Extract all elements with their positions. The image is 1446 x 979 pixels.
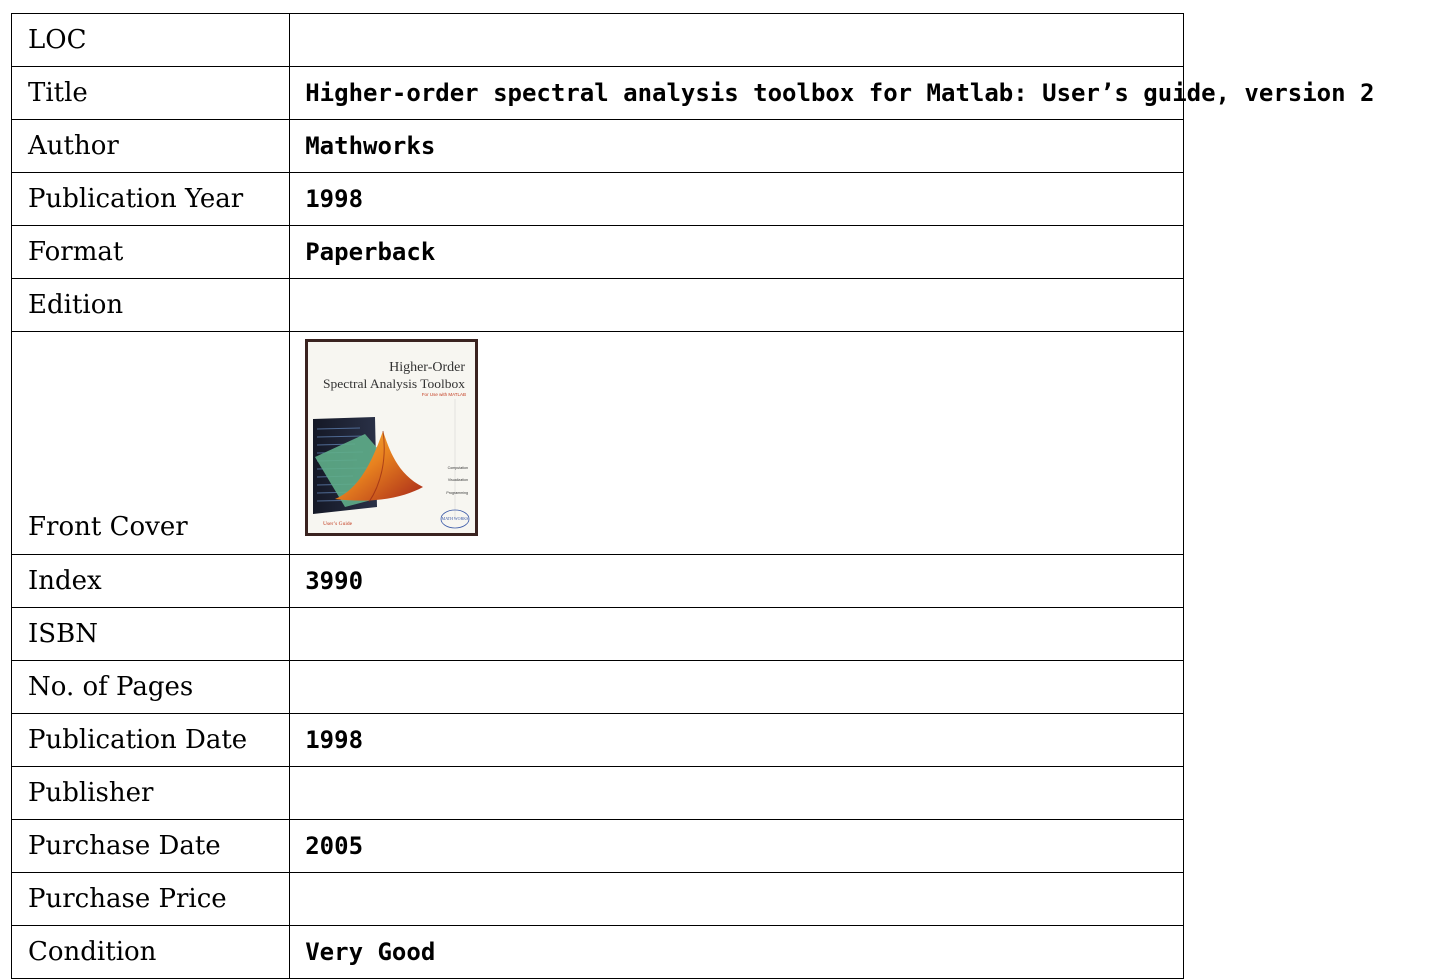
label-cell: Publisher — [10, 766, 291, 820]
cover-side-label-programming: Programming — [447, 491, 469, 495]
field-label-format: Format — [28, 237, 124, 267]
field-label-title: Title — [28, 78, 88, 108]
value-cell: 3990 — [289, 554, 1184, 608]
row-isbn: ISBN — [10, 607, 1184, 661]
row-publication-year: Publication Year 1998 — [10, 172, 1184, 226]
field-label-publisher: Publisher — [28, 778, 154, 808]
row-edition: Edition — [10, 278, 1184, 332]
row-condition: Condition Very Good — [10, 925, 1184, 979]
field-label-edition: Edition — [28, 290, 124, 320]
field-value-publisher — [290, 779, 305, 807]
book-cover-illustration: Higher-Order Spectral Analysis Toolbox F… — [305, 339, 479, 536]
row-no-of-pages: No. of Pages — [10, 660, 1184, 714]
field-label-publication-year: Publication Year — [28, 184, 244, 214]
label-cell: Purchase Date — [10, 819, 291, 873]
label-cell: Title — [10, 66, 291, 120]
cover-subtitle: For Use with MATLAB — [422, 392, 466, 397]
value-cell — [289, 278, 1184, 332]
row-author: Author Mathworks — [10, 119, 1184, 173]
label-cell: Publication Year — [10, 172, 291, 226]
cover-footer-text: User’s Guide — [323, 521, 353, 527]
value-cell — [289, 872, 1184, 926]
value-cell: Very Good — [289, 925, 1184, 979]
field-value-index: 3990 — [305, 567, 364, 595]
field-value-publication-year: 1998 — [305, 185, 364, 213]
label-cell: No. of Pages — [10, 660, 291, 714]
field-label-condition: Condition — [28, 937, 157, 967]
value-cell — [289, 766, 1184, 820]
book-record-table: LOC Title Higher-order spectral analysis… — [10, 13, 1374, 979]
field-label-index: Index — [28, 566, 102, 596]
field-label-publication-date: Publication Date — [28, 725, 248, 755]
label-cell: Front Cover — [10, 331, 291, 555]
value-cell: Mathworks — [289, 119, 1184, 173]
field-value-no-of-pages — [290, 673, 305, 701]
cover-side-label-computation: Computation — [448, 466, 468, 470]
row-publication-date: Publication Date 1998 — [10, 713, 1184, 767]
field-value-format: Paperback — [305, 238, 436, 266]
field-label-purchase-price: Purchase Price — [28, 884, 227, 914]
field-value-loc — [290, 26, 305, 54]
field-value-purchase-price — [290, 885, 305, 913]
row-loc: LOC — [10, 13, 1184, 67]
row-publisher: Publisher — [10, 766, 1184, 820]
field-value-condition: Very Good — [305, 938, 436, 966]
label-cell: Author — [10, 119, 291, 173]
field-label-author: Author — [28, 131, 119, 161]
label-cell: Purchase Price — [10, 872, 291, 926]
row-title: Title Higher-order spectral analysis too… — [10, 66, 1374, 120]
label-cell: LOC — [10, 13, 291, 67]
value-cell: 1998 — [289, 172, 1184, 226]
row-index: Index 3990 — [10, 554, 1184, 608]
field-value-publication-date: 1998 — [305, 726, 364, 754]
label-cell: Edition — [10, 278, 291, 332]
field-label-no-of-pages: No. of Pages — [28, 672, 194, 702]
field-value-author: Mathworks — [305, 132, 436, 160]
value-cell — [289, 660, 1184, 714]
value-cell: 2005 — [289, 819, 1184, 873]
row-format: Format Paperback — [10, 225, 1184, 279]
value-cell: Higher-order spectral analysis toolbox f… — [289, 66, 1374, 120]
value-cell — [289, 607, 1184, 661]
field-value-title: Higher-order spectral analysis toolbox f… — [305, 79, 1375, 107]
field-label-front-cover: Front Cover — [28, 512, 188, 542]
row-front-cover: Front Cover Higher-Order Spectral Analys… — [10, 331, 1184, 555]
field-label-loc: LOC — [28, 25, 87, 55]
value-cell — [289, 13, 1184, 67]
field-label-isbn: ISBN — [28, 619, 98, 649]
label-cell: Index — [10, 554, 291, 608]
row-purchase-price: Purchase Price — [10, 872, 1184, 926]
field-label-purchase-date: Purchase Date — [28, 831, 221, 861]
value-cell: 1998 — [289, 713, 1184, 767]
value-cell: Higher-Order Spectral Analysis Toolbox F… — [289, 331, 1184, 555]
cover-title-line2: Spectral Analysis Toolbox — [323, 376, 466, 391]
front-cover-image: Higher-Order Spectral Analysis Toolbox F… — [305, 339, 479, 536]
label-cell: Publication Date — [10, 713, 291, 767]
cover-title-line1: Higher-Order — [389, 360, 465, 375]
cover-side-label-visualization: Visualization — [448, 478, 468, 482]
logo-text: MATH WORKS — [442, 516, 469, 521]
field-value-edition — [290, 291, 305, 319]
row-purchase-date: Purchase Date 2005 — [10, 819, 1184, 873]
field-value-isbn — [290, 620, 305, 648]
label-cell: Condition — [10, 925, 291, 979]
value-cell: Paperback — [289, 225, 1184, 279]
field-value-purchase-date: 2005 — [305, 832, 364, 860]
label-cell: Format — [10, 225, 291, 279]
label-cell: ISBN — [10, 607, 291, 661]
